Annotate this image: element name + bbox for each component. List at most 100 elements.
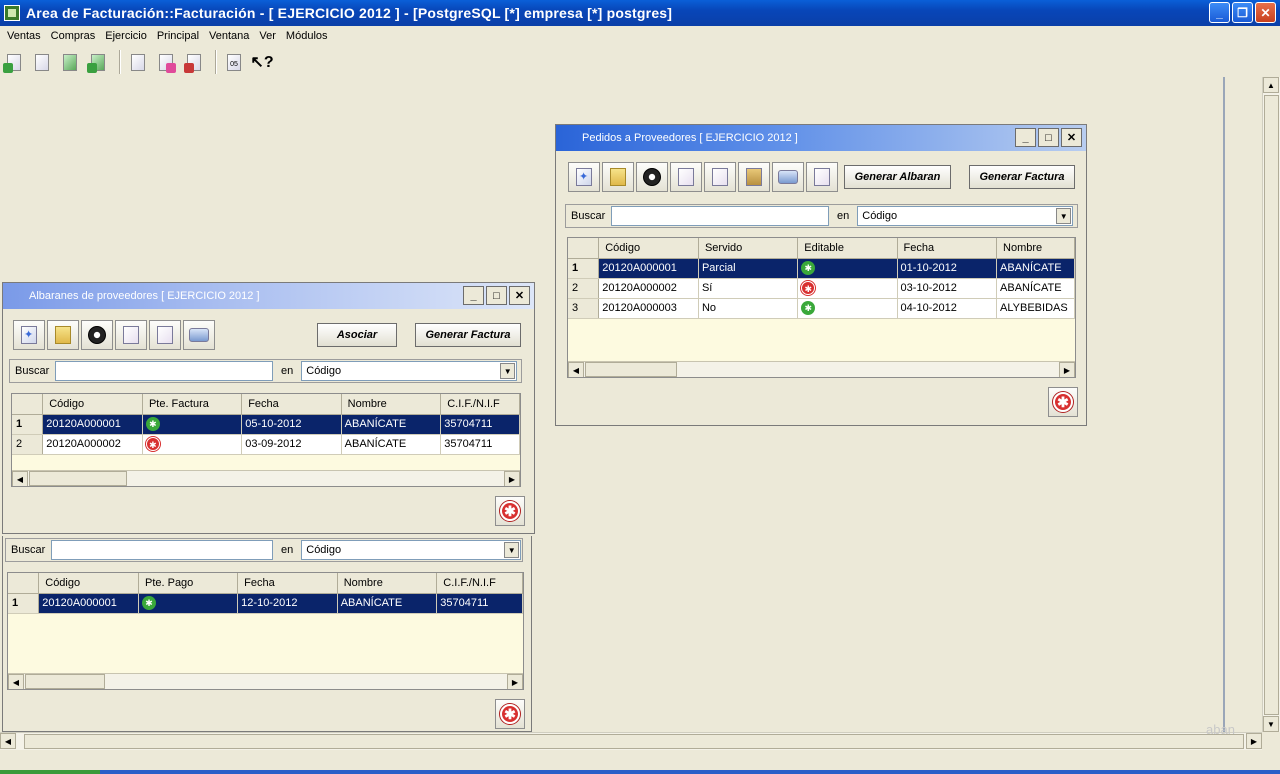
table-row[interactable]: 1 20120A000001 ✱ 12-10-2012 ABANÍCATE 35… [8,593,523,614]
menu-ventana[interactable]: Ventana [204,30,254,42]
generar-albaran-button[interactable]: Generar Albaran [844,165,951,189]
asociar-button[interactable]: Asociar [317,323,397,347]
cell-fecha[interactable]: 01-10-2012 [897,258,998,279]
maximize-button[interactable]: □ [1038,128,1059,147]
albaranes-title-bar[interactable]: Albaranes de proveedores [ EJERCICIO 201… [3,283,534,309]
search-input[interactable] [55,361,273,381]
red-document-icon[interactable] [182,50,206,74]
cell-pte-pago[interactable]: ✱ [138,593,239,614]
delete-icon[interactable] [636,162,668,192]
table-row[interactable]: 3 20120A000003 No ✱ 04-10-2012 ALYBEBIDA… [568,298,1075,319]
print-icon[interactable] [772,162,804,192]
cell-pte-factura[interactable]: ✱ [142,434,243,455]
restore-button[interactable]: ❐ [1232,2,1253,23]
table-horizontal-scrollbar[interactable]: ◀ ▶ [12,470,520,486]
cell-fecha[interactable]: 05-10-2012 [241,414,342,435]
scroll-right-button[interactable]: ▶ [1246,733,1262,749]
cell-cif[interactable]: 35704711 [440,434,520,455]
cell-editable[interactable]: ✱ [797,298,898,319]
new-icon[interactable] [13,320,45,350]
column-header[interactable]: Nombre [996,238,1075,259]
cell-editable[interactable]: ✱ [797,258,898,279]
scroll-left-button[interactable]: ◀ [568,362,584,377]
search-field-select[interactable]: Código ▼ [857,206,1074,226]
close-button[interactable]: ✕ [509,286,530,305]
pink-document-icon[interactable] [126,50,150,74]
scroll-left-button[interactable]: ◀ [8,674,24,689]
row-number[interactable]: 1 [8,593,40,614]
copy-icon[interactable] [704,162,736,192]
menu-compras[interactable]: Compras [46,30,101,42]
copy-icon[interactable] [149,320,181,350]
open-icon[interactable] [47,320,79,350]
cell-servido[interactable]: No [698,298,799,319]
search-input[interactable] [51,540,273,560]
green-pen-document-icon[interactable] [86,50,110,74]
cell-nombre[interactable]: ABANÍCATE [996,278,1075,299]
cell-servido[interactable]: Parcial [698,258,799,279]
close-window-button[interactable]: ✱ [495,496,525,526]
cell-editable[interactable]: ✱ [797,278,898,299]
menu-ejercicio[interactable]: Ejercicio [100,30,152,42]
dropdown-arrow-icon[interactable]: ▼ [1056,208,1072,224]
menu-modulos[interactable]: Módulos [281,30,333,42]
cell-nombre[interactable]: ABANÍCATE [341,434,442,455]
cell-cif[interactable]: 35704711 [436,593,523,614]
table-row[interactable]: 2 20120A000002 Sí ✱ 03-10-2012 ABANÍCATE [568,278,1075,299]
delete-icon[interactable] [81,320,113,350]
green-document-icon[interactable] [58,50,82,74]
workspace-horizontal-scrollbar[interactable]: ◀ ▶ [0,732,1262,750]
scroll-down-button[interactable]: ▼ [1263,716,1279,732]
column-header[interactable]: Editable [797,238,898,259]
row-number[interactable]: 2 [568,278,600,299]
column-header[interactable]: Código [38,573,139,594]
cell-fecha[interactable]: 12-10-2012 [237,593,338,614]
minimize-button[interactable]: _ [1209,2,1230,23]
close-button[interactable]: ✕ [1061,128,1082,147]
table-row[interactable]: 1 20120A000001 Parcial ✱ 01-10-2012 ABAN… [568,258,1075,279]
save-icon[interactable] [670,162,702,192]
scroll-thumb[interactable] [25,674,105,689]
cell-codigo[interactable]: 20120A000002 [42,434,143,455]
table-row[interactable]: 2 20120A000002 ✱ 03-09-2012 ABANÍCATE 35… [12,434,520,455]
search-field-select[interactable]: Código ▼ [301,361,518,381]
cell-codigo[interactable]: 20120A000002 [598,278,699,299]
scroll-right-button[interactable]: ▶ [507,674,523,689]
minimize-button[interactable]: _ [463,286,484,305]
scroll-thumb[interactable] [29,471,127,486]
dropdown-arrow-icon[interactable]: ▼ [504,542,520,558]
dropdown-arrow-icon[interactable]: ▼ [500,363,516,379]
column-header[interactable]: C.I.F./N.I.F [436,573,523,594]
scroll-left-button[interactable]: ◀ [0,733,16,749]
column-header[interactable]: Pte. Factura [142,394,243,415]
close-window-button[interactable]: ✱ [1048,387,1078,417]
column-header[interactable]: Fecha [241,394,342,415]
cell-fecha[interactable]: 03-10-2012 [897,278,998,299]
print-icon[interactable] [183,320,215,350]
scroll-thumb[interactable] [1264,95,1279,715]
menu-ver[interactable]: Ver [254,30,281,42]
scroll-thumb[interactable] [24,734,1244,749]
column-header[interactable]: Fecha [897,238,998,259]
cell-codigo[interactable]: 20120A000001 [38,593,139,614]
scroll-right-button[interactable]: ▶ [504,471,520,486]
minimize-button[interactable]: _ [1015,128,1036,147]
scroll-thumb[interactable] [585,362,677,377]
generar-factura-button[interactable]: Generar Factura [969,165,1075,189]
column-header[interactable]: Pte. Pago [138,573,239,594]
pedidos-title-bar[interactable]: Pedidos a Proveedores [ EJERCICIO 2012 ]… [556,125,1086,151]
generar-factura-button[interactable]: Generar Factura [415,323,521,347]
menu-ventas[interactable]: Ventas [2,30,46,42]
lock-icon[interactable] [738,162,770,192]
close-button[interactable]: ✕ [1255,2,1276,23]
cell-pte-factura[interactable]: ✱ [142,414,243,435]
help-cursor-icon[interactable]: ↖? [250,50,274,74]
cell-codigo[interactable]: 20120A000001 [598,258,699,279]
column-header[interactable]: Código [598,238,699,259]
export-icon[interactable] [806,162,838,192]
new-invoice-icon[interactable] [2,50,26,74]
menu-principal[interactable]: Principal [152,30,204,42]
pink-box-document-icon[interactable] [154,50,178,74]
calendar-icon[interactable]: 05 [222,50,246,74]
column-header[interactable]: Nombre [341,394,442,415]
